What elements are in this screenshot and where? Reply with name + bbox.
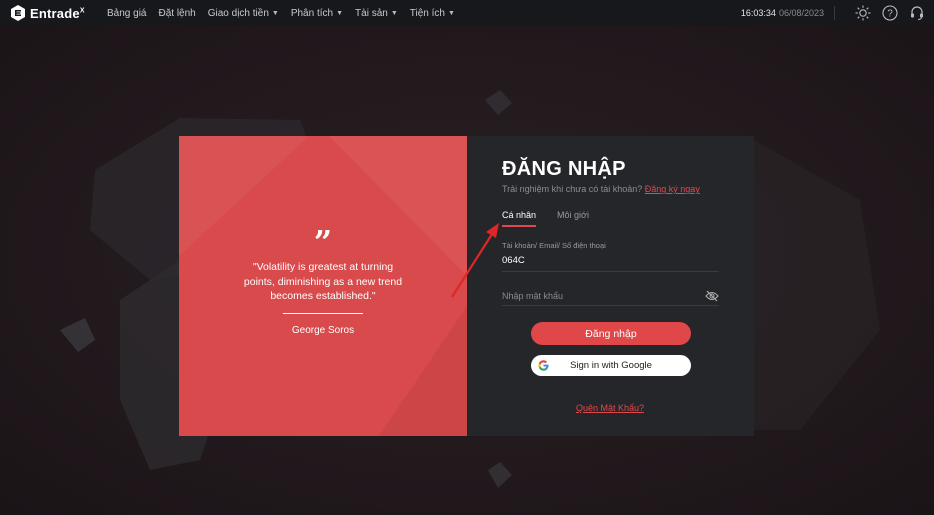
chevron-down-icon: ▼	[271, 9, 279, 17]
login-subtitle: Trải nghiệm khi chưa có tài khoản? Đăng …	[502, 184, 700, 194]
password-field[interactable]: Nhập mật khẩu	[502, 286, 719, 306]
account-field-label: Tài khoản/ Email/ Số điện thoại	[502, 241, 606, 250]
nav-item-tai-san[interactable]: Tài sản ▼	[355, 8, 398, 19]
google-button-label: Sign in with Google	[570, 360, 652, 371]
main-nav: Bảng giá Đặt lệnh Giao dịch tiền ▼ Phân t…	[107, 8, 467, 19]
chevron-down-icon: ▼	[447, 9, 455, 17]
chevron-down-icon: ▼	[336, 9, 344, 17]
headset-icon[interactable]	[908, 4, 926, 22]
clock-date: 06/08/2023	[778, 8, 824, 18]
password-input[interactable]: Nhập mật khẩu	[502, 291, 705, 301]
top-navbar: EntradeX Bảng giá Đặt lệnh Giao dịch tiề…	[0, 0, 934, 26]
login-panel: ĐĂNG NHẬP Trải nghiệm khi chưa có tài kh…	[467, 136, 754, 436]
login-button[interactable]: Đăng nhập	[531, 322, 691, 345]
nav-label: Giao dịch tiền	[207, 7, 269, 19]
brand-logo[interactable]: EntradeX	[10, 5, 100, 21]
nav-label: Tiện ích	[409, 7, 445, 19]
nav-label: Phân tích	[290, 7, 334, 19]
sun-icon[interactable]	[854, 4, 872, 22]
nav-label: Đặt lệnh	[158, 7, 196, 19]
tab-moi-gioi[interactable]: Môi giới	[557, 210, 589, 227]
nav-item-phan-tich[interactable]: Phân tích ▼	[291, 8, 343, 19]
nav-item-bang-gia[interactable]: Bảng giá	[107, 8, 146, 19]
clock-time: 16:03:34	[740, 8, 776, 18]
nav-item-tien-ich[interactable]: Tiện ích ▼	[410, 8, 455, 19]
quote-divider	[283, 312, 363, 314]
account-type-tabs: Cá nhân Môi giới	[502, 210, 610, 227]
login-card: ” "Volatility is greatest at turning poi…	[179, 136, 754, 436]
subtitle-text: Trải nghiệm khi chưa có tài khoản?	[502, 184, 643, 194]
tab-ca-nhan[interactable]: Cá nhân	[502, 210, 537, 227]
quote-mark-icon: ”	[313, 223, 333, 261]
help-icon[interactable]: ?	[881, 4, 899, 22]
nav-label: Bảng giá	[107, 7, 147, 19]
forgot-password-link[interactable]: Quên Mật Khẩu?	[576, 403, 644, 413]
account-input[interactable]: 064C	[502, 255, 719, 272]
divider	[834, 6, 835, 20]
eye-off-icon[interactable]	[705, 290, 719, 302]
quote-text: "Volatility is greatest at turning point…	[243, 261, 403, 302]
register-link[interactable]: Đăng ký ngay	[645, 184, 700, 194]
svg-text:?: ?	[887, 9, 893, 20]
brand-sup: X	[79, 7, 85, 15]
quote-panel: ” "Volatility is greatest at turning poi…	[179, 136, 467, 436]
nav-item-dat-lenh[interactable]: Đặt lệnh	[158, 8, 195, 19]
chevron-down-icon: ▼	[390, 9, 398, 17]
brand-name: Entrade	[30, 5, 80, 21]
nav-label: Tài sản	[355, 7, 388, 19]
header-right: 16:03:34 06/08/2023 ?	[741, 0, 926, 26]
quote-author: George Soros	[291, 324, 355, 336]
google-signin-button[interactable]: Sign in with Google	[531, 355, 691, 376]
entrade-logo-icon	[11, 5, 25, 21]
nav-item-giao-dich-tien[interactable]: Giao dịch tiền ▼	[208, 8, 279, 19]
login-title: ĐĂNG NHẬP	[502, 158, 626, 180]
google-icon	[538, 360, 549, 371]
